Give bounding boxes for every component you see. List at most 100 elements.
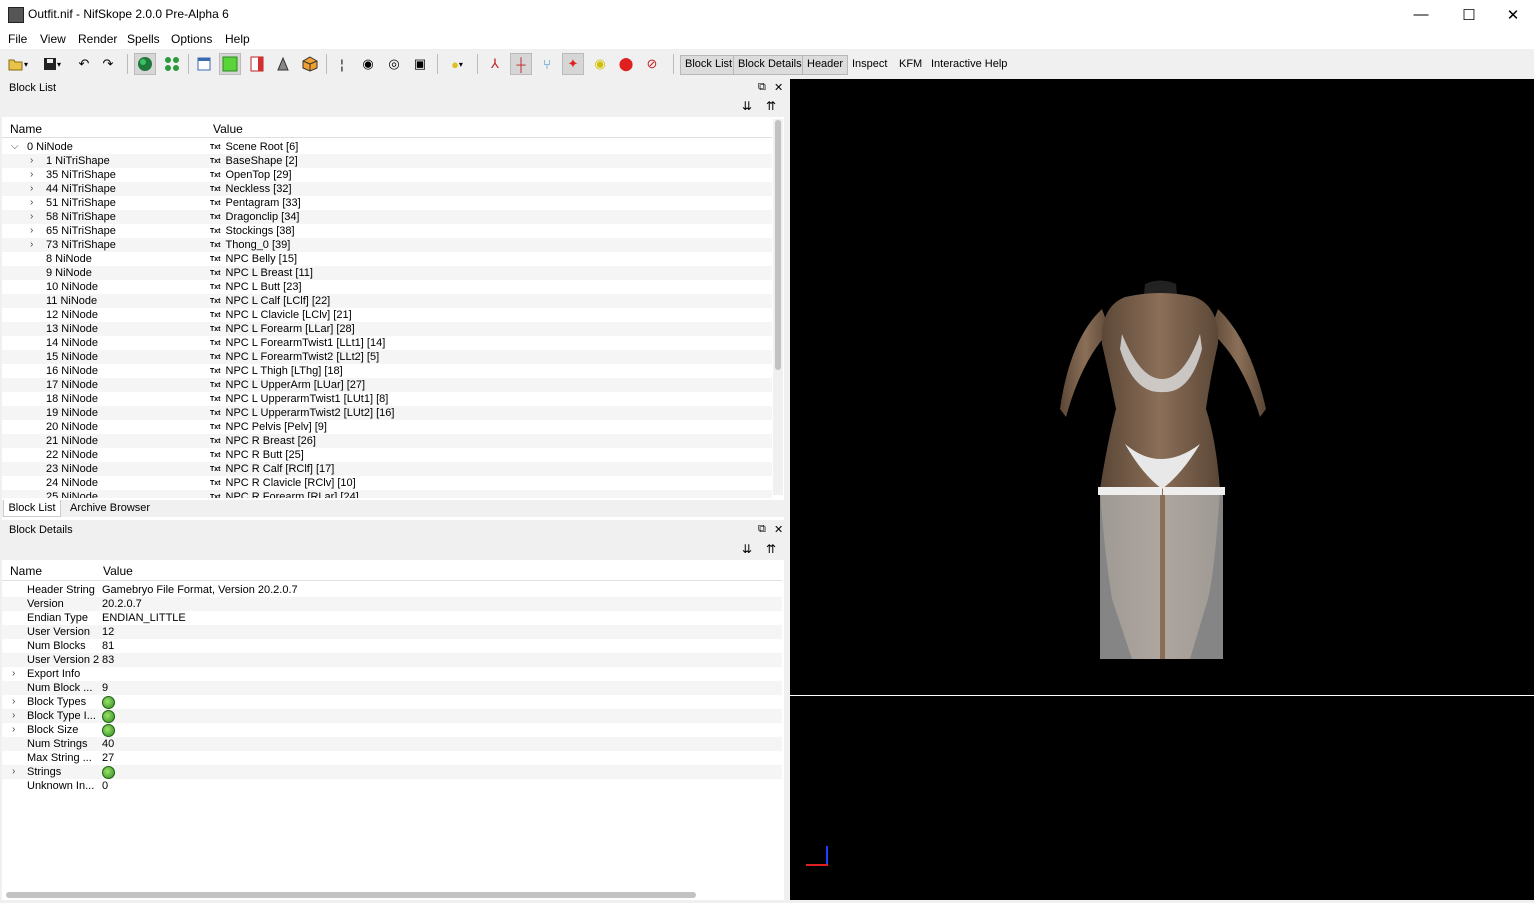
table-row[interactable]: › 73 NiTriShape Txt Thong_0 [39]: [2, 238, 772, 252]
expand-icon[interactable]: ›: [30, 210, 33, 224]
table-row[interactable]: User Version 2 83: [2, 653, 782, 667]
eye-alt-icon[interactable]: ◎: [383, 53, 405, 75]
table-row[interactable]: 12 NiNode Txt NPC L Clavicle [LClv] [21]: [2, 308, 772, 322]
table-row[interactable]: Header String Gamebryo File Format, Versi…: [2, 583, 782, 597]
table-row[interactable]: 25 NiNode Txt NPC R Forearm [RLar] [24]: [2, 490, 772, 498]
table-row[interactable]: 18 NiNode Txt NPC L UpperarmTwist1 [LUt1] …: [2, 392, 772, 406]
table-row[interactable]: › Strings: [2, 765, 782, 779]
redo-icon[interactable]: ↷: [97, 53, 119, 75]
table-row[interactable]: Endian Type ENDIAN_LITTLE: [2, 611, 782, 625]
menu-options[interactable]: Options: [171, 32, 212, 46]
toggle-texture-icon[interactable]: [219, 53, 241, 75]
table-row[interactable]: 8 NiNode Txt NPC Belly [15]: [2, 252, 772, 266]
menu-view[interactable]: View: [40, 32, 66, 46]
expand-icon[interactable]: ›: [12, 723, 15, 737]
table-row[interactable]: › Export Info: [2, 667, 782, 681]
table-row[interactable]: User Version 12: [2, 625, 782, 639]
table-row[interactable]: Num Blocks 81: [2, 639, 782, 653]
scrollbar-thumb[interactable]: [775, 120, 781, 370]
column-value-header[interactable]: Value: [213, 122, 243, 136]
minimize-button[interactable]: —: [1398, 0, 1444, 29]
expand-icon[interactable]: ›: [12, 667, 15, 681]
table-row[interactable]: › 1 NiTriShape Txt BaseShape [2]: [2, 154, 772, 168]
table-row[interactable]: › 44 NiTriShape Txt Neckless [32]: [2, 182, 772, 196]
table-row[interactable]: › 35 NiTriShape Txt OpenTop [29]: [2, 168, 772, 182]
block-list-toggle[interactable]: Block List: [680, 55, 738, 75]
block-details-toggle[interactable]: Block Details: [733, 55, 807, 75]
table-row[interactable]: 22 NiNode Txt NPC R Butt [25]: [2, 448, 772, 462]
maximize-button[interactable]: ☐: [1446, 0, 1492, 29]
expand-icon[interactable]: ›: [30, 168, 33, 182]
table-row[interactable]: ⌵ 0 NiNode Txt Scene Root [6]: [2, 140, 772, 154]
undo-icon[interactable]: ↶: [73, 53, 95, 75]
expand-all-icon[interactable]: ⇊: [742, 99, 752, 113]
toggle-vertex-color-icon[interactable]: [246, 53, 268, 75]
select-vertex-icon[interactable]: [161, 53, 183, 75]
table-row[interactable]: 21 NiNode Txt NPC R Breast [26]: [2, 434, 772, 448]
transform-icon[interactable]: ┼: [510, 53, 532, 75]
expand-icon[interactable]: ›: [30, 154, 33, 168]
float-icon[interactable]: ⧉: [758, 81, 766, 94]
expand-icon[interactable]: ›: [30, 182, 33, 196]
select-object-icon[interactable]: [134, 53, 156, 75]
table-row[interactable]: 16 NiNode Txt NPC L Thigh [LThg] [18]: [2, 364, 772, 378]
block-details-tree[interactable]: Name Value Header String Gamebryo File Fo…: [2, 560, 784, 900]
float-icon[interactable]: ⧉: [758, 523, 766, 536]
column-value-header[interactable]: Value: [103, 564, 133, 578]
table-row[interactable]: 9 NiNode Txt NPC L Breast [11]: [2, 266, 772, 280]
axes-icon[interactable]: ⅄: [484, 53, 506, 75]
table-row[interactable]: › 51 NiTriShape Txt Pentagram [33]: [2, 196, 772, 210]
column-name-header[interactable]: Name: [10, 564, 42, 578]
frame-icon[interactable]: ¦: [331, 53, 353, 75]
table-row[interactable]: 14 NiNode Txt NPC L ForearmTwist1 [LLt1] […: [2, 336, 772, 350]
expand-all-icon[interactable]: ⇊: [742, 542, 752, 556]
table-row[interactable]: 23 NiNode Txt NPC R Calf [RClf] [17]: [2, 462, 772, 476]
table-row[interactable]: Num Block ... 9: [2, 681, 782, 695]
close-panel-icon[interactable]: ✕: [774, 523, 783, 536]
vertical-scrollbar[interactable]: [773, 119, 783, 495]
table-row[interactable]: › 58 NiTriShape Txt Dragonclip [34]: [2, 210, 772, 224]
table-row[interactable]: Version 20.2.0.7: [2, 597, 782, 611]
table-row[interactable]: 20 NiNode Txt NPC Pelvis [Pelv] [9]: [2, 420, 772, 434]
menu-spells[interactable]: Spells: [127, 32, 160, 46]
markers-icon[interactable]: ⬤: [615, 53, 637, 75]
menu-file[interactable]: File: [8, 32, 27, 46]
havok-icon[interactable]: ◉: [589, 53, 611, 75]
table-row[interactable]: › Block Types: [2, 695, 782, 709]
table-row[interactable]: 24 NiNode Txt NPC R Clavicle [RClv] [10]: [2, 476, 772, 490]
expand-icon[interactable]: ›: [12, 709, 15, 723]
disable-icon[interactable]: ⊘: [641, 53, 663, 75]
menu-render[interactable]: Render: [78, 32, 117, 46]
close-panel-icon[interactable]: ✕: [774, 81, 783, 94]
table-row[interactable]: 11 NiNode Txt NPC L Calf [LClf] [22]: [2, 294, 772, 308]
close-button[interactable]: ✕: [1490, 0, 1534, 29]
render-viewport[interactable]: [790, 79, 1534, 900]
expand-icon[interactable]: ›: [30, 238, 33, 252]
menu-help[interactable]: Help: [225, 32, 250, 46]
header-toggle[interactable]: Header: [802, 55, 849, 75]
eye-icon[interactable]: ◉: [357, 53, 379, 75]
table-row[interactable]: 13 NiNode Txt NPC L Forearm [LLar] [28]: [2, 322, 772, 336]
toggle-box-icon[interactable]: [299, 53, 321, 75]
collapse-all-icon[interactable]: ⇈: [766, 542, 776, 556]
expand-icon[interactable]: ›: [30, 196, 33, 210]
table-row[interactable]: › 65 NiTriShape Txt Stockings [38]: [2, 224, 772, 238]
expand-icon[interactable]: ›: [12, 695, 15, 709]
table-row[interactable]: Num Strings 40: [2, 737, 782, 751]
inspect-toggle[interactable]: Inspect: [848, 55, 891, 73]
table-row[interactable]: › Block Type I...: [2, 709, 782, 723]
save-icon[interactable]: ▾: [41, 53, 63, 75]
collapse-all-icon[interactable]: ⇈: [766, 99, 776, 113]
table-row[interactable]: Max String ... 27: [2, 751, 782, 765]
table-row[interactable]: 10 NiNode Txt NPC L Butt [23]: [2, 280, 772, 294]
table-row[interactable]: 17 NiNode Txt NPC L UpperArm [LUar] [27]: [2, 378, 772, 392]
screenshot-icon[interactable]: ▣: [409, 53, 431, 75]
table-row[interactable]: › Block Size: [2, 723, 782, 737]
table-row[interactable]: 15 NiNode Txt NPC L ForearmTwist2 [LLt2] […: [2, 350, 772, 364]
table-row[interactable]: 19 NiNode Txt NPC L UpperarmTwist2 [LUt2] …: [2, 406, 772, 420]
horizontal-scrollbar[interactable]: [6, 892, 696, 898]
open-icon[interactable]: ▾: [7, 53, 29, 75]
camera-ortho-icon[interactable]: [193, 53, 215, 75]
column-name-header[interactable]: Name: [10, 122, 42, 136]
toggle-lighting-icon[interactable]: [272, 53, 294, 75]
